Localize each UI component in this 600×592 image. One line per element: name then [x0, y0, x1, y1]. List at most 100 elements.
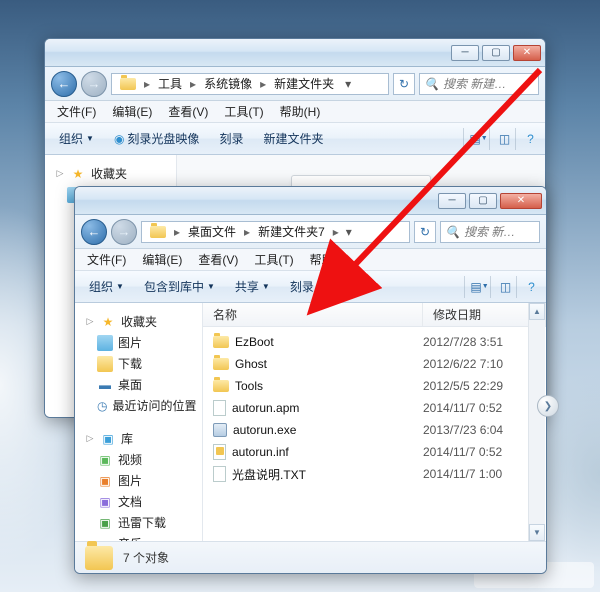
sidebar-item-lib-pictures[interactable]: ▣图片 [79, 470, 198, 491]
content-area: 名称 修改日期 EzBoot2012/7/28 3:51 Ghost2012/6… [203, 303, 546, 541]
nav-forward-button[interactable]: → [111, 219, 137, 245]
minimize-button[interactable]: ─ [438, 193, 466, 209]
explorer-window-front: ─ ▢ ✕ ← → ▸ 桌面文件 ▸ 新建文件夹7 ▸ ▾ ↻ 🔍 搜索 新… … [74, 186, 547, 574]
menu-help[interactable]: 帮助(H) [302, 249, 359, 270]
toolbar: 组织▼ ◉刻录光盘映像 刻录 新建文件夹 ▤ ▼ ◫ ? [45, 123, 545, 155]
txt-icon [213, 466, 226, 482]
menu-tools[interactable]: 工具(T) [216, 101, 271, 122]
view-options-icon[interactable]: ▤ ▼ [464, 276, 488, 298]
breadcrumb[interactable]: ▸ 桌面文件 ▸ 新建文件夹7 ▸ ▾ [141, 221, 410, 243]
close-button[interactable]: ✕ [500, 193, 542, 209]
column-header-name[interactable]: 名称 [203, 303, 423, 326]
sidebar: ▷★收藏夹 图片 下载 ▬桌面 ◷最近访问的位置 ▷▣库 ▣视频 ▣图片 ▣文档… [75, 303, 203, 541]
star-icon: ★ [70, 166, 86, 182]
expand-chevron-button[interactable]: ❯ [537, 395, 559, 417]
desktop-icon: ▬ [97, 377, 113, 393]
sidebar-item-music[interactable]: ♪音乐 [79, 533, 198, 541]
nav-back-button[interactable]: ← [51, 71, 77, 97]
toolbar-organize[interactable]: 组织▼ [81, 275, 132, 298]
menu-edit[interactable]: 编辑(E) [134, 249, 190, 270]
sidebar-item-pictures[interactable]: 图片 [79, 332, 198, 353]
toolbar-share[interactable]: 共享▼ [227, 275, 278, 298]
help-icon[interactable]: ? [515, 128, 539, 150]
minimize-button[interactable]: ─ [451, 45, 479, 61]
sidebar-item-recent[interactable]: ◷最近访问的位置 [79, 395, 198, 416]
address-bar: ← → ▸ 工具 ▸ 系统镜像 ▸ 新建文件夹 ▾ ↻ 🔍 搜索 新建… [45, 67, 545, 101]
file-row[interactable]: autorun.apm2014/11/7 0:52 [203, 397, 546, 419]
menu-bar: 文件(F) 编辑(E) 查看(V) 工具(T) 帮助(H) [75, 249, 546, 271]
sidebar-item-videos[interactable]: ▣视频 [79, 449, 198, 470]
toolbar-include-in-library[interactable]: 包含到库中▼ [136, 275, 223, 298]
download-icon [97, 356, 113, 372]
titlebar[interactable]: ─ ▢ ✕ [75, 187, 546, 215]
breadcrumb[interactable]: ▸ 工具 ▸ 系统镜像 ▸ 新建文件夹 ▾ [111, 73, 389, 95]
documents-icon: ▣ [97, 494, 113, 510]
toolbar-burn-image[interactable]: ◉刻录光盘映像 [106, 127, 208, 150]
video-icon: ▣ [97, 452, 113, 468]
search-placeholder: 搜索 新建… [443, 75, 506, 92]
breadcrumb-seg[interactable]: 系统镜像 [198, 74, 258, 94]
nav-forward-button[interactable]: → [81, 71, 107, 97]
xunlei-icon: ▣ [97, 515, 113, 531]
menu-tools[interactable]: 工具(T) [246, 249, 301, 270]
vertical-scrollbar[interactable]: ▲ ▼ [528, 303, 545, 541]
view-options-icon[interactable]: ▤ ▼ [463, 128, 487, 150]
sidebar-favorites[interactable]: ▷★收藏夹 [79, 311, 198, 332]
toolbar-new-folder[interactable]: 文件夹 [326, 275, 378, 298]
toolbar-organize[interactable]: 组织▼ [51, 127, 102, 150]
search-input[interactable]: 🔍 搜索 新建… [419, 73, 539, 95]
file-row[interactable]: 光盘说明.TXT2014/11/7 1:00 [203, 463, 546, 485]
toolbar-burn[interactable]: 刻录 [282, 275, 322, 298]
menu-file[interactable]: 文件(F) [79, 249, 134, 270]
close-button[interactable]: ✕ [513, 45, 541, 61]
menu-view[interactable]: 查看(V) [190, 249, 246, 270]
sidebar-item-documents[interactable]: ▣文档 [79, 491, 198, 512]
pictures-icon [97, 335, 113, 351]
file-list[interactable]: EzBoot2012/7/28 3:51 Ghost2012/6/22 7:10… [203, 327, 546, 541]
breadcrumb-seg[interactable]: 工具 [152, 74, 188, 94]
breadcrumb-seg[interactable]: 新建文件夹7 [252, 222, 331, 242]
search-input[interactable]: 🔍 搜索 新… [440, 221, 540, 243]
menu-edit[interactable]: 编辑(E) [104, 101, 160, 122]
file-row[interactable]: autorun.inf2014/11/7 0:52 [203, 441, 546, 463]
breadcrumb-seg[interactable]: 新建文件夹 [268, 74, 340, 94]
sidebar-libraries[interactable]: ▷▣库 [79, 428, 198, 449]
breadcrumb-dropdown[interactable]: ▾ [340, 77, 356, 91]
scroll-down-button[interactable]: ▼ [529, 524, 545, 541]
folder-icon [213, 358, 229, 370]
file-row[interactable]: EzBoot2012/7/28 3:51 [203, 331, 546, 353]
toolbar-burn[interactable]: 刻录 [211, 127, 251, 150]
folder-icon [85, 546, 113, 570]
help-icon[interactable]: ? [516, 276, 540, 298]
preview-pane-icon[interactable]: ◫ [490, 276, 514, 298]
menu-file[interactable]: 文件(F) [49, 101, 104, 122]
sidebar-item-downloads[interactable]: 下载 [79, 353, 198, 374]
maximize-button[interactable]: ▢ [482, 45, 510, 61]
titlebar[interactable]: ─ ▢ ✕ [45, 39, 545, 67]
breadcrumb-seg[interactable]: 桌面文件 [182, 222, 242, 242]
sidebar-item-xunlei[interactable]: ▣迅雷下载 [79, 512, 198, 533]
folder-icon [213, 336, 229, 348]
breadcrumb-dropdown[interactable]: ▾ [341, 225, 357, 239]
sidebar-item-desktop[interactable]: ▬桌面 [79, 374, 198, 395]
refresh-button[interactable]: ↻ [393, 73, 415, 95]
toolbar-new-folder[interactable]: 新建文件夹 [255, 127, 331, 150]
library-icon: ▣ [100, 431, 116, 447]
refresh-button[interactable]: ↻ [414, 221, 436, 243]
column-headers: 名称 修改日期 [203, 303, 546, 327]
file-row[interactable]: Tools2012/5/5 22:29 [203, 375, 546, 397]
sidebar-favorites[interactable]: ▷★收藏夹 [49, 163, 172, 184]
preview-pane-icon[interactable]: ◫ [489, 128, 513, 150]
search-placeholder: 搜索 新… [464, 223, 515, 240]
search-icon: 🔍 [445, 225, 460, 239]
menu-help[interactable]: 帮助(H) [272, 101, 329, 122]
recent-icon: ◷ [97, 398, 107, 414]
scroll-up-button[interactable]: ▲ [529, 303, 545, 320]
nav-back-button[interactable]: ← [81, 219, 107, 245]
folder-icon [213, 380, 229, 392]
file-row[interactable]: Ghost2012/6/22 7:10 [203, 353, 546, 375]
maximize-button[interactable]: ▢ [469, 193, 497, 209]
menu-view[interactable]: 查看(V) [160, 101, 216, 122]
file-row[interactable]: autorun.exe2013/7/23 6:04 [203, 419, 546, 441]
toolbar: 组织▼ 包含到库中▼ 共享▼ 刻录 文件夹 ▤ ▼ ◫ ? [75, 271, 546, 303]
